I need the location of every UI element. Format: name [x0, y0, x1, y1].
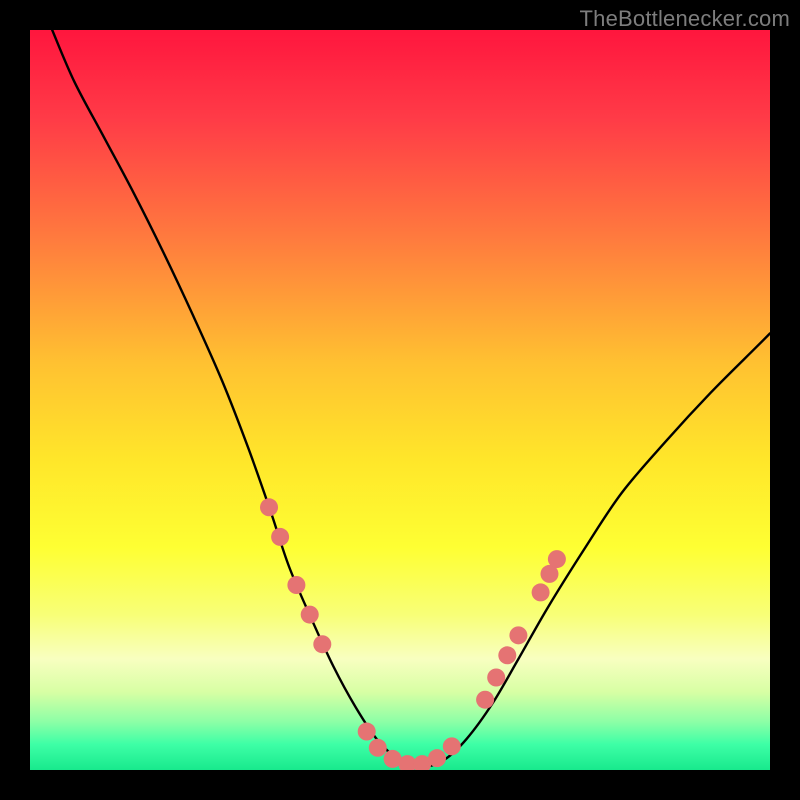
- highlight-dot: [358, 723, 376, 741]
- highlight-dot: [287, 576, 305, 594]
- bottleneck-curve: [52, 30, 770, 767]
- highlight-dot: [313, 635, 331, 653]
- highlight-dot: [443, 737, 461, 755]
- highlight-dot: [548, 550, 566, 568]
- highlight-dot: [260, 498, 278, 516]
- highlight-dot: [487, 669, 505, 687]
- curve-layer: [30, 30, 770, 770]
- highlight-dot: [271, 528, 289, 546]
- highlight-dot: [498, 646, 516, 664]
- watermark-text: TheBottlenecker.com: [580, 6, 790, 32]
- highlight-dot: [476, 691, 494, 709]
- highlight-dot: [532, 583, 550, 601]
- plot-area: [30, 30, 770, 770]
- highlight-dot: [369, 739, 387, 757]
- highlight-dot: [428, 749, 446, 767]
- highlight-dot: [301, 606, 319, 624]
- highlight-dots-group: [260, 498, 566, 770]
- highlight-dot: [509, 626, 527, 644]
- chart-frame: TheBottlenecker.com: [0, 0, 800, 800]
